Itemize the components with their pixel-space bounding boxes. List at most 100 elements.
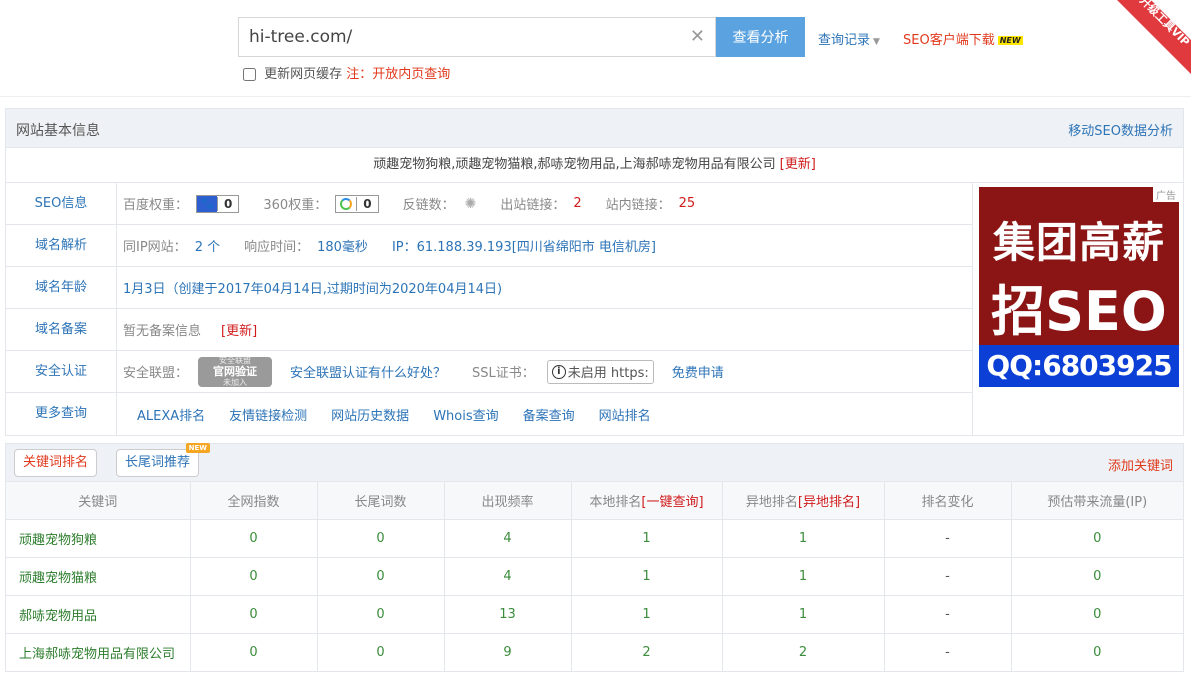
local-rank-cell: 1 — [571, 595, 723, 634]
baidu-weight-label: 百度权重： — [123, 198, 189, 213]
domain-age-label[interactable]: 域名年龄 — [6, 267, 117, 308]
ad-qq-contact: QQ:6803925 — [979, 345, 1179, 387]
alliance-seal-icon[interactable]: 安全联盟 官网验证 未加入 — [198, 356, 273, 387]
dns-row: 域名解析 同IP网站： 2 个 响应时间： 180毫秒 IP：61.188.39… — [6, 225, 972, 267]
seo-client-download-link[interactable]: SEO客户端下载 NEW — [903, 29, 1023, 48]
response-time: 响应时间： 180毫秒 — [244, 236, 368, 255]
search-box: ✕ — [238, 17, 716, 57]
domain-age-text[interactable]: 1月3日（创建于2017年04月14日,过期时间为2020年04月14日) — [123, 278, 502, 297]
remote-rank-cell: 1 — [722, 557, 885, 596]
site-history-link[interactable]: 网站历史数据 — [331, 405, 409, 424]
ip-address[interactable]: IP：61.188.39.193[四川省绵阳市 电信机房] — [392, 236, 656, 255]
paw-icon: 🐾 — [197, 195, 218, 212]
site-basic-info-panel: 网站基本信息 移动SEO数据分析 顽趣宠物狗粮,顽趣宠物猫粮,郝哧宠物用品,上海… — [5, 108, 1184, 436]
seal-mid-text: 官网验证 — [213, 365, 258, 378]
divider — [0, 96, 1191, 97]
360-weight-value: 0 — [356, 196, 377, 211]
outbound-links-label: 出站链接： — [500, 198, 566, 213]
table-header-row: 关键词 全网指数 长尾词数 出现频率 本地排名[一键查询] 异地排名[异地排名]… — [6, 482, 1183, 520]
tab-keyword-ranking[interactable]: 关键词排名 — [14, 449, 98, 477]
more-queries-row: 更多查询 ALEXA排名 友情链接检测 网站历史数据 Whois查询 备案查询 … — [6, 393, 972, 435]
icp-row: 域名备案 暂无备案信息 [更新] — [6, 309, 972, 351]
traffic-cell: 0 — [1011, 557, 1183, 596]
loading-spinner-icon: ✺ — [464, 195, 477, 212]
icp-query-link[interactable]: 备案查询 — [523, 405, 575, 424]
frequency-cell: 4 — [444, 519, 572, 558]
ad-banner[interactable]: 广告 集团高薪 招SEO QQ:6803925 — [979, 187, 1179, 387]
domain-search-input[interactable] — [249, 18, 679, 56]
traffic-cell: 0 — [1011, 595, 1183, 634]
friend-link-check-link[interactable]: 友情链接检测 — [229, 405, 307, 424]
rank-change-cell: - — [884, 519, 1012, 558]
icp-label[interactable]: 域名备案 — [6, 309, 117, 350]
remote-rank-label: 异地排名 — [745, 494, 798, 510]
icp-content: 暂无备案信息 [更新] — [117, 320, 257, 339]
info-icon: i — [551, 364, 566, 379]
add-keyword-link[interactable]: 添加关键词 — [1108, 455, 1173, 474]
panel-header: 网站基本信息 移动SEO数据分析 — [6, 109, 1183, 148]
360-logo-icon — [336, 195, 357, 212]
seo-info-content: 百度权重： 🐾 0 360权重： 0 反链数： ✺ 出站链接： 2 站内链接： … — [117, 194, 719, 213]
ad-headline: 集团高薪 — [992, 218, 1165, 267]
one-click-query-link[interactable]: [一键查询] — [641, 495, 703, 510]
info-rows: SEO信息 百度权重： 🐾 0 360权重： 0 反链数： ✺ 出站链接： 2 … — [6, 183, 973, 435]
security-content: 安全联盟： 安全联盟 官网验证 未加入 安全联盟认证有什么好处？ SSL证书： … — [117, 356, 724, 387]
update-title-link[interactable]: [更新] — [780, 157, 816, 172]
keyword-cell[interactable]: 上海郝哧宠物用品有限公司 — [6, 633, 191, 672]
frequency-cell: 9 — [444, 633, 572, 672]
icp-update-link[interactable]: [更新] — [221, 320, 257, 339]
keyword-cell[interactable]: 郝哧宠物用品 — [6, 595, 191, 634]
remote-rank-link[interactable]: [异地排名] — [798, 495, 860, 510]
refresh-cache-checkbox[interactable] — [243, 68, 256, 81]
new-badge: NEW — [185, 443, 211, 453]
ssl-apply-link[interactable]: 免费申请 — [672, 362, 724, 381]
table-row: 顽趣宠物猫粮 0 0 4 1 1 - 0 — [6, 557, 1183, 596]
mobile-seo-link[interactable]: 移动SEO数据分析 — [1068, 120, 1173, 139]
analyze-button[interactable]: 查看分析 — [716, 17, 805, 57]
frequency-cell: 4 — [444, 557, 572, 596]
dns-label[interactable]: 域名解析 — [6, 225, 117, 266]
traffic-cell: 0 — [1011, 633, 1183, 672]
subpage-note: 注：开放内页查询 — [346, 67, 451, 82]
ssl-label: SSL证书： — [472, 366, 535, 381]
long-tail-cell: 0 — [317, 519, 445, 558]
close-icon[interactable]: ✕ — [690, 26, 705, 47]
col-keyword: 关键词 — [6, 482, 191, 520]
tab-longtail-label: 长尾词推荐 — [125, 455, 191, 470]
local-rank-label: 本地排名 — [589, 494, 642, 510]
keyword-table: 关键词 全网指数 长尾词数 出现频率 本地排名[一键查询] 异地排名[异地排名]… — [6, 482, 1183, 672]
baidu-weight: 百度权重： 🐾 0 — [123, 194, 240, 213]
more-queries-label[interactable]: 更多查询 — [6, 393, 117, 435]
keyword-cell[interactable]: 顽趣宠物猫粮 — [6, 557, 191, 596]
local-rank-cell: 2 — [571, 633, 723, 672]
ssl-status-box[interactable]: i 未启用 https: — [546, 359, 654, 384]
keyword-cell[interactable]: 顽趣宠物狗粮 — [6, 519, 191, 558]
backlinks: 反链数： ✺ — [403, 194, 477, 214]
outbound-links-value[interactable]: 2 — [573, 196, 581, 211]
alliance-benefits-link[interactable]: 安全联盟认证有什么好处？ — [290, 362, 446, 381]
long-tail-cell: 0 — [317, 633, 445, 672]
security-label[interactable]: 安全认证 — [6, 351, 117, 392]
whois-link[interactable]: Whois查询 — [433, 405, 498, 424]
query-history-link[interactable]: 查询记录 ▼ — [818, 29, 880, 48]
remote-rank-cell: 1 — [722, 519, 885, 558]
360-weight-label: 360权重： — [263, 198, 328, 213]
internal-links-value[interactable]: 25 — [679, 196, 696, 211]
icp-text: 暂无备案信息 — [123, 324, 202, 339]
keyword-panel-header: 关键词排名 长尾词推荐 NEW 添加关键词 — [6, 443, 1183, 482]
upgrade-vip-ribbon[interactable]: 升级工具VIP — [1105, 0, 1191, 81]
360-weight-badge[interactable]: 0 — [335, 194, 379, 213]
same-ip-sites: 同IP网站： 2 个 — [123, 236, 220, 255]
col-long-tail: 长尾词数 — [317, 482, 445, 520]
site-rank-link[interactable]: 网站排名 — [599, 405, 651, 424]
baidu-weight-badge[interactable]: 🐾 0 — [196, 194, 240, 213]
remote-rank-cell: 1 — [722, 595, 885, 634]
refresh-cache-row: 更新网页缓存 注：开放内页查询 — [243, 63, 450, 82]
info-body: SEO信息 百度权重： 🐾 0 360权重： 0 反链数： ✺ 出站链接： 2 … — [6, 183, 1183, 435]
tab-longtail-recommend[interactable]: 长尾词推荐 NEW — [116, 443, 211, 477]
new-badge: NEW — [997, 36, 1023, 45]
refresh-cache-label: 更新网页缓存 — [264, 67, 343, 82]
same-ip-value[interactable]: 2 个 — [195, 236, 220, 255]
seo-info-label[interactable]: SEO信息 — [6, 183, 117, 224]
alexa-rank-link[interactable]: ALEXA排名 — [137, 405, 205, 424]
